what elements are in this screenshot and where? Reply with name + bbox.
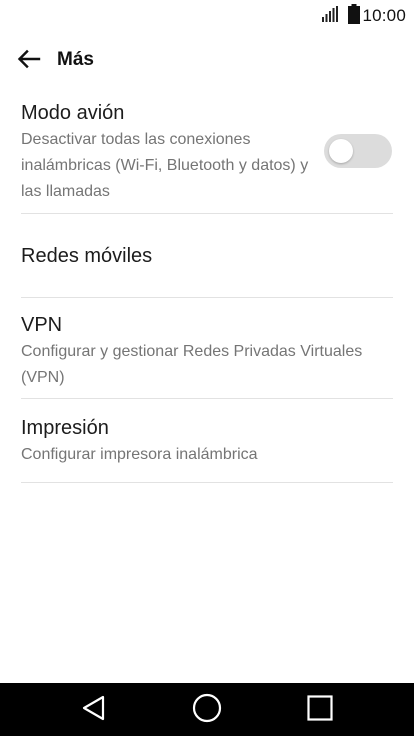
printing-description: Configurar impresora inalámbrica [21, 446, 258, 463]
settings-list: Modo avión Desactivar todas las conexion… [0, 90, 414, 483]
arrow-left-icon [17, 49, 41, 74]
back-triangle-icon [79, 693, 109, 728]
status-bar: 10:00 [0, 0, 414, 32]
printing-title: Impresión [21, 417, 109, 439]
navigation-bar [0, 683, 414, 736]
status-icons: 10:00 [322, 3, 406, 29]
airplane-mode-description: Desactivar todas las conexiones inalámbr… [21, 131, 309, 200]
setting-printing[interactable]: Impresión Configurar impresora inalámbri… [21, 399, 393, 483]
recents-square-icon [305, 693, 335, 728]
airplane-mode-toggle[interactable] [324, 134, 392, 168]
back-button[interactable] [12, 44, 46, 78]
page-title: Más [57, 49, 94, 70]
nav-back-button[interactable] [76, 692, 112, 728]
vpn-title: VPN [21, 314, 63, 336]
home-circle-icon [191, 692, 223, 729]
mobile-networks-title: Redes móviles [21, 245, 153, 267]
vpn-description: Configurar y gestionar Redes Privadas Vi… [21, 343, 363, 386]
battery-icon [348, 3, 361, 29]
signal-icon [322, 5, 339, 27]
toggle-knob [329, 139, 353, 163]
airplane-mode-title: Modo avión [21, 102, 125, 124]
setting-mobile-networks[interactable]: Redes móviles [21, 214, 393, 298]
nav-home-button[interactable] [189, 692, 225, 728]
app-header: Más [0, 38, 414, 84]
setting-airplane-mode[interactable]: Modo avión Desactivar todas las conexion… [21, 90, 393, 214]
screen: 10:00 Más Modo avión Desactivar todas la… [0, 0, 414, 736]
setting-vpn[interactable]: VPN Configurar y gestionar Redes Privada… [21, 298, 393, 399]
status-time: 10:00 [362, 6, 406, 25]
nav-recents-button[interactable] [302, 692, 338, 728]
